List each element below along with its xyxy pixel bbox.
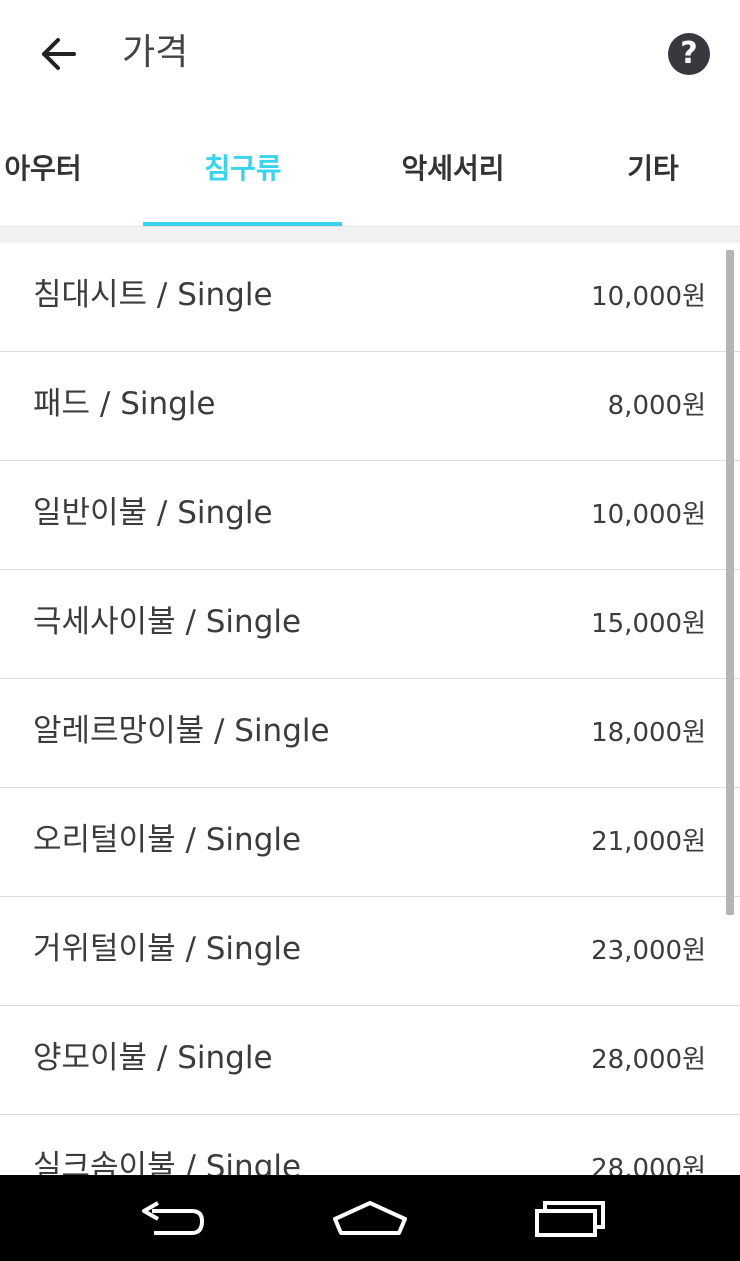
list-item[interactable]: 양모이불 / Single 28,000원 xyxy=(0,1006,740,1115)
item-name: 거위털이불 / Single xyxy=(33,931,302,967)
list-item[interactable]: 오리털이불 / Single 21,000원 xyxy=(0,788,740,897)
list-item[interactable]: 침대시트 / Single 10,000원 xyxy=(0,243,740,352)
item-price: 15,000원 xyxy=(591,609,706,639)
app-bar: 가격 ? xyxy=(0,0,740,108)
item-price: 8,000원 xyxy=(607,391,706,421)
list-item[interactable]: 패드 / Single 8,000원 xyxy=(0,352,740,461)
list-item[interactable]: 거위털이불 / Single 23,000원 xyxy=(0,897,740,1006)
active-tab-indicator xyxy=(143,222,342,226)
system-back-button[interactable] xyxy=(125,1189,215,1249)
list-item[interactable]: 극세사이불 / Single 15,000원 xyxy=(0,570,740,679)
list-item[interactable]: 일반이불 / Single 10,000원 xyxy=(0,461,740,570)
help-button[interactable]: ? xyxy=(668,33,710,75)
system-recents-button[interactable] xyxy=(525,1189,615,1249)
item-name: 패드 / Single xyxy=(33,386,216,422)
item-price: 10,000원 xyxy=(591,282,706,312)
help-circle-icon: ? xyxy=(680,36,698,71)
item-price: 10,000원 xyxy=(591,500,706,530)
item-price: 28,000원 xyxy=(591,1154,706,1175)
item-name: 양모이불 / Single xyxy=(33,1040,273,1076)
system-nav-bar xyxy=(0,1175,740,1261)
item-name: 오리털이불 / Single xyxy=(33,822,302,858)
nav-recents-icon xyxy=(535,1201,605,1237)
list-item[interactable]: 알레르망이불 / Single 18,000원 xyxy=(0,679,740,788)
nav-home-icon xyxy=(333,1201,407,1235)
system-home-button[interactable] xyxy=(325,1189,415,1249)
back-button[interactable] xyxy=(28,26,88,82)
item-name: 극세사이불 / Single xyxy=(33,604,302,640)
item-price: 23,000원 xyxy=(591,936,706,966)
price-list[interactable]: 침대시트 / Single 10,000원 패드 / Single 8,000원… xyxy=(0,243,740,1175)
item-name: 알레르망이불 / Single xyxy=(33,713,330,749)
tab-outer[interactable]: 아우터 xyxy=(0,108,143,226)
item-name: 일반이불 / Single xyxy=(33,495,273,531)
tab-divider xyxy=(0,227,740,243)
list-item[interactable]: 실크솜이불 / Single 28,000원 xyxy=(0,1115,740,1175)
tab-etc[interactable]: 기타 xyxy=(553,108,740,226)
list-scrollbar[interactable] xyxy=(726,250,734,915)
item-price: 28,000원 xyxy=(591,1045,706,1075)
tab-accessories[interactable]: 악세서리 xyxy=(353,108,553,226)
nav-back-icon xyxy=(142,1201,205,1235)
item-name: 침대시트 / Single xyxy=(33,277,273,313)
tab-bedding[interactable]: 침구류 xyxy=(143,108,343,226)
item-price: 21,000원 xyxy=(591,827,706,857)
item-name: 실크솜이불 / Single xyxy=(33,1149,302,1175)
page-title: 가격 xyxy=(122,32,189,73)
category-tabs: 아우터 침구류 악세서리 기타 xyxy=(0,108,740,227)
arrow-back-icon xyxy=(42,38,76,70)
item-price: 18,000원 xyxy=(591,718,706,748)
